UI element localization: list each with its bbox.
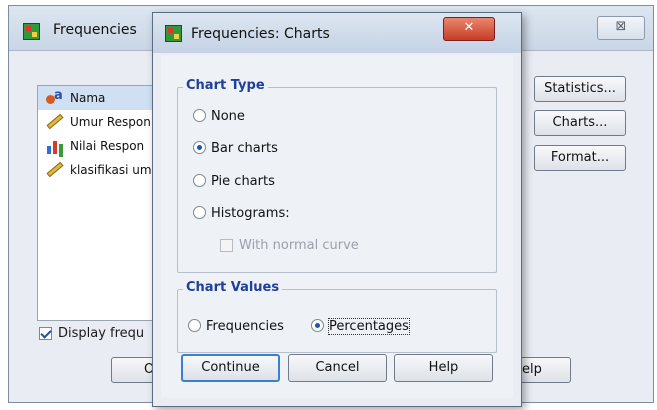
with-normal-curve-label: With normal curve <box>239 238 359 253</box>
radio-histograms-label: Histograms: <box>211 206 290 221</box>
dialog-body: Chart Type None Bar charts Pie charts Hi… <box>161 55 513 398</box>
charts-button[interactable]: Charts... <box>534 110 626 136</box>
statistics-button-label: Statistics... <box>544 81 616 96</box>
variable-label: Umur Respon <box>70 115 151 129</box>
help-button-label: Help <box>428 360 459 375</box>
chart-type-title: Chart Type <box>183 78 268 93</box>
variable-label: klasifikasi um <box>70 163 152 177</box>
spss-app-icon <box>23 23 40 40</box>
radio-button-icon[interactable] <box>193 109 206 122</box>
dialog-title: Frequencies: Charts <box>191 26 330 42</box>
radio-selected-icon[interactable] <box>311 319 324 332</box>
radio-percentages[interactable]: Percentages <box>311 318 410 336</box>
radio-frequencies-label: Frequencies <box>206 319 284 334</box>
scale-variable-icon <box>46 161 64 178</box>
radio-none[interactable]: None <box>193 108 245 126</box>
format-button-label: Format... <box>550 150 610 165</box>
help-button-label: elp <box>522 362 542 377</box>
statistics-button[interactable]: Statistics... <box>534 76 626 102</box>
radio-button-icon[interactable] <box>188 319 201 332</box>
variable-label: Nama <box>70 91 106 105</box>
radio-percentages-label: Percentages <box>328 318 410 335</box>
cancel-button-label: Cancel <box>315 360 360 375</box>
radio-bar-charts[interactable]: Bar charts <box>193 140 278 158</box>
radio-button-icon[interactable] <box>193 206 206 219</box>
scale-variable-icon <box>46 113 64 130</box>
with-normal-curve-checkbox[interactable]: With normal curve <box>220 237 359 255</box>
continue-button[interactable]: Continue <box>181 354 280 382</box>
radio-bar-charts-label: Bar charts <box>211 141 278 156</box>
radio-histograms[interactable]: Histograms: <box>193 205 290 223</box>
variable-label: Nilai Respon <box>70 139 145 153</box>
dialog-titlebar: Frequencies: Charts ✕ <box>153 13 521 53</box>
radio-frequencies[interactable]: Frequencies <box>188 318 284 336</box>
nominal-variable-icon <box>46 87 64 106</box>
spss-app-icon <box>165 25 182 42</box>
frequencies-charts-dialog: Frequencies: Charts ✕ Chart Type None Ba… <box>152 12 522 407</box>
cancel-button[interactable]: Cancel <box>288 354 387 382</box>
checkbox-icon[interactable] <box>220 239 233 252</box>
chart-values-title: Chart Values <box>183 280 283 295</box>
display-frequency-checkbox[interactable]: Display frequ <box>39 326 157 344</box>
chart-type-group: Chart Type None Bar charts Pie charts Hi… <box>177 78 497 273</box>
frequencies-close-button[interactable]: ⊠ <box>597 16 645 40</box>
radio-pie-charts-label: Pie charts <box>211 174 275 189</box>
continue-button-label: Continue <box>201 360 260 375</box>
frequencies-window-title: Frequencies <box>53 22 137 38</box>
format-button[interactable]: Format... <box>534 145 626 171</box>
checkbox-checked-icon[interactable] <box>39 327 52 340</box>
radio-selected-icon[interactable] <box>193 141 206 154</box>
display-frequency-label: Display frequ <box>58 326 145 341</box>
help-button[interactable]: Help <box>394 354 493 382</box>
radio-none-label: None <box>211 109 245 124</box>
charts-button-label: Charts... <box>552 115 608 130</box>
close-icon[interactable]: ✕ <box>443 17 495 41</box>
radio-button-icon[interactable] <box>193 174 206 187</box>
radio-pie-charts[interactable]: Pie charts <box>193 173 275 191</box>
chart-values-group: Chart Values Frequencies Percentages <box>177 280 497 353</box>
ordinal-variable-icon <box>46 138 64 154</box>
